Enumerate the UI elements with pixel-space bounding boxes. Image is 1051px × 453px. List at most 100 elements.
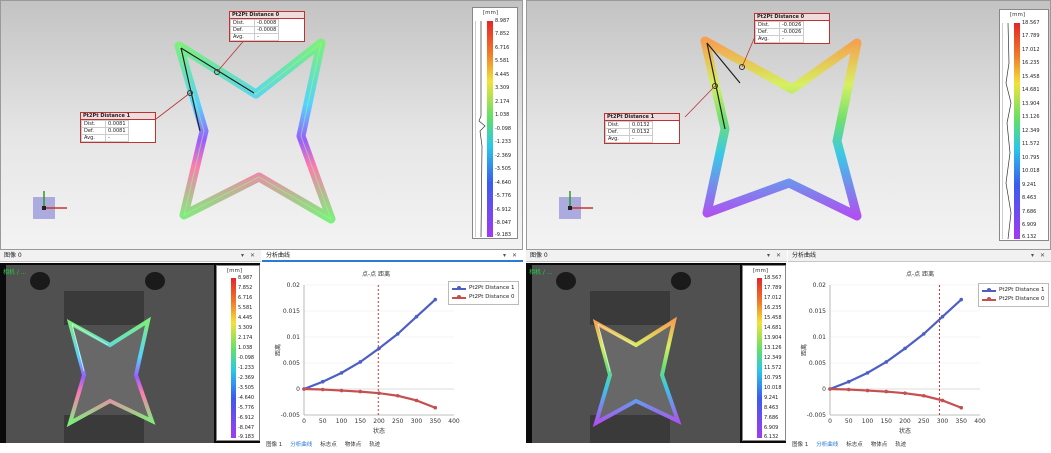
series-line xyxy=(303,298,436,391)
tab-markers[interactable]: 标志点 xyxy=(842,439,867,451)
info-box-distance-0[interactable]: Pt2Pt Distance 0 Dist. -0.0026 Def. -0.002… xyxy=(754,13,830,44)
scale-tick: -8.047 xyxy=(238,425,255,431)
scale-tick: 18.567 xyxy=(1022,20,1040,26)
info-box-distance-1[interactable]: Pt2Pt Distance 1 Dist. 0.0081 Def. 0.0081 … xyxy=(80,112,156,143)
info-box-distance-0[interactable]: Pt2Pt Distance 0 Dist. -0.0008 Def. -0.000… xyxy=(229,11,305,42)
series-line xyxy=(303,387,436,409)
label-avg: Avg. xyxy=(755,35,780,43)
legend-item[interactable]: Pt2Pt Distance 1 xyxy=(452,284,515,293)
scale-tick: 4.445 xyxy=(495,72,510,78)
label-dist: Dist. xyxy=(605,121,630,129)
scale-tick: 8.987 xyxy=(238,275,253,281)
info-box-title: Pt2Pt Distance 1 xyxy=(81,113,155,120)
scale-tick: -8.047 xyxy=(495,220,512,226)
scale-tick: 7.852 xyxy=(238,285,253,291)
panel-controls[interactable]: ▾ ✕ xyxy=(1031,250,1047,262)
legend-item[interactable]: Pt2Pt Distance 1 xyxy=(982,286,1045,295)
data-point xyxy=(865,388,870,393)
scale-tick: 11.572 xyxy=(1022,141,1040,147)
distribution-profile xyxy=(475,21,486,238)
label-avg: Avg. xyxy=(230,33,255,41)
panel-controls[interactable]: ▾ ✕ xyxy=(503,250,519,262)
bottom-panels: 图像 0 ▾ ✕ 分析曲线 ▾ ✕ 相机 / ... [mm] xyxy=(0,250,523,453)
scale-tick: 18.567 xyxy=(764,275,782,281)
series-line xyxy=(829,298,962,391)
legend-item[interactable]: Pt2Pt Distance 0 xyxy=(452,293,515,302)
tab-markers[interactable]: 标志点 xyxy=(316,439,341,451)
scale-tick: 9.241 xyxy=(764,395,779,401)
panel-controls[interactable]: ▾ ✕ xyxy=(241,250,257,262)
scale-tick: -2.369 xyxy=(495,153,512,159)
scale-tick: 15.458 xyxy=(1022,74,1040,80)
x-axis-label: 状态 xyxy=(373,427,385,435)
scale-tick: 8.463 xyxy=(1022,195,1037,201)
colorbar xyxy=(487,21,493,237)
scale-tick: 17.789 xyxy=(1022,33,1040,39)
panel-controls[interactable]: ▾ ✕ xyxy=(767,250,783,262)
label-dist: Dist. xyxy=(755,21,780,29)
tab-analysis-curve[interactable]: 分析曲线 xyxy=(286,439,316,451)
legend-label: Pt2Pt Distance 0 xyxy=(999,296,1045,302)
value-def: 0.0081 xyxy=(105,127,129,135)
value-dist: -0.0008 xyxy=(253,19,280,27)
x-tick-label: 50 xyxy=(845,418,853,425)
value-def: -0.0026 xyxy=(778,28,805,36)
bottom-tabs: 图像 1 分析曲线 标志点 物体点 轨迹 xyxy=(788,439,910,451)
x-tick-label: 200 xyxy=(373,418,385,425)
analysis-panel-title: 分析曲线 xyxy=(266,252,291,259)
scale-tick: 10.018 xyxy=(1022,168,1040,174)
scale-tick: -6.912 xyxy=(238,415,255,421)
scale-tick: 13.126 xyxy=(764,345,782,351)
y-tick-label: 0.01 xyxy=(813,334,827,341)
3d-view[interactable]: Pt2Pt Distance 0 Dist. -0.0026 Def. -0.002… xyxy=(526,0,1051,250)
y-axis-label: 距离 xyxy=(800,344,808,356)
x-tick-label: 200 xyxy=(899,418,911,425)
scale-unit: [mm] xyxy=(1010,12,1026,18)
scale-unit: [mm] xyxy=(227,268,243,274)
analysis-chart-pane[interactable]: 点-点 距离 -0.005 0 0.005 0.01 0.015 0.02 0 50 100 15… xyxy=(788,263,1051,439)
tab-analysis-curve[interactable]: 分析曲线 xyxy=(812,439,842,451)
tab-trajectory[interactable]: 轨迹 xyxy=(891,439,910,451)
data-point xyxy=(433,297,438,302)
axis-gizmo-icon xyxy=(559,191,593,219)
tab-object-points[interactable]: 物体点 xyxy=(341,439,366,451)
scale-tick: -0.098 xyxy=(238,355,255,361)
3d-view[interactable]: Pt2Pt Distance 0 Dist. -0.0008 Def. -0.000… xyxy=(0,0,523,250)
y-tick-label: -0.005 xyxy=(807,412,827,419)
scale-tick: 6.716 xyxy=(495,45,510,51)
color-scale: [mm] 18.567 17.789 17.012 16.235 15.458 … xyxy=(999,9,1049,241)
scale-tick: 17.012 xyxy=(1022,47,1040,53)
image-color-scale: [mm] 8.987 7.852 6.716 5.581 4.445 3.309… xyxy=(216,265,260,441)
bottom-tabs: 图像 1 分析曲线 标志点 物体点 轨迹 xyxy=(262,439,384,451)
camera-image[interactable]: 相机 / ... [mm] 8.987 7.852 6.716 5.581 4.… xyxy=(0,263,260,443)
analysis-panel-header: 分析曲线 ▾ ✕ xyxy=(262,250,523,262)
scale-tick: -5.776 xyxy=(495,193,512,199)
scale-tick: 13.904 xyxy=(1022,101,1040,107)
color-scale: [mm] 8.987 7.852 6.716 5.581 4.445 3.309… xyxy=(472,7,518,239)
value-def: 0.0132 xyxy=(629,128,653,136)
scale-tick: 1.038 xyxy=(238,345,253,351)
scale-tick: 14.681 xyxy=(764,325,782,331)
label-def: Def. xyxy=(605,128,630,136)
tab-image-1[interactable]: 图像 1 xyxy=(788,439,812,451)
x-tick-label: 0 xyxy=(302,418,306,425)
x-tick-label: 150 xyxy=(881,418,893,425)
info-box-distance-1[interactable]: Pt2Pt Distance 1 Dist. 0.0132 Def. 0.0132 … xyxy=(604,113,680,144)
tab-object-points[interactable]: 物体点 xyxy=(867,439,892,451)
legend-item[interactable]: Pt2Pt Distance 0 xyxy=(982,295,1045,304)
analysis-chart-pane[interactable]: 点-点 距离 -0.005 0 0.005 0.01 0.015 0.02 0 50 100 15… xyxy=(262,263,523,439)
camera-image[interactable]: 相机 / ... [mm] 18.567 17.789 17.012 16.23… xyxy=(526,263,786,443)
data-point xyxy=(358,389,363,394)
tab-image-1[interactable]: 图像 1 xyxy=(262,439,286,451)
x-tick-label: 250 xyxy=(392,418,404,425)
scale-tick: 17.789 xyxy=(764,285,782,291)
data-point xyxy=(921,393,926,398)
x-tick-label: 400 xyxy=(974,418,986,425)
scale-tick: 3.309 xyxy=(238,325,253,331)
scale-tick: 8.987 xyxy=(495,18,510,24)
scale-tick: -2.369 xyxy=(238,375,255,381)
scale-ticks: 18.567 17.789 17.012 16.235 15.458 14.68… xyxy=(1022,20,1050,240)
data-point xyxy=(846,387,851,392)
tab-trajectory[interactable]: 轨迹 xyxy=(365,439,384,451)
scale-tick: 6.909 xyxy=(1022,222,1037,228)
